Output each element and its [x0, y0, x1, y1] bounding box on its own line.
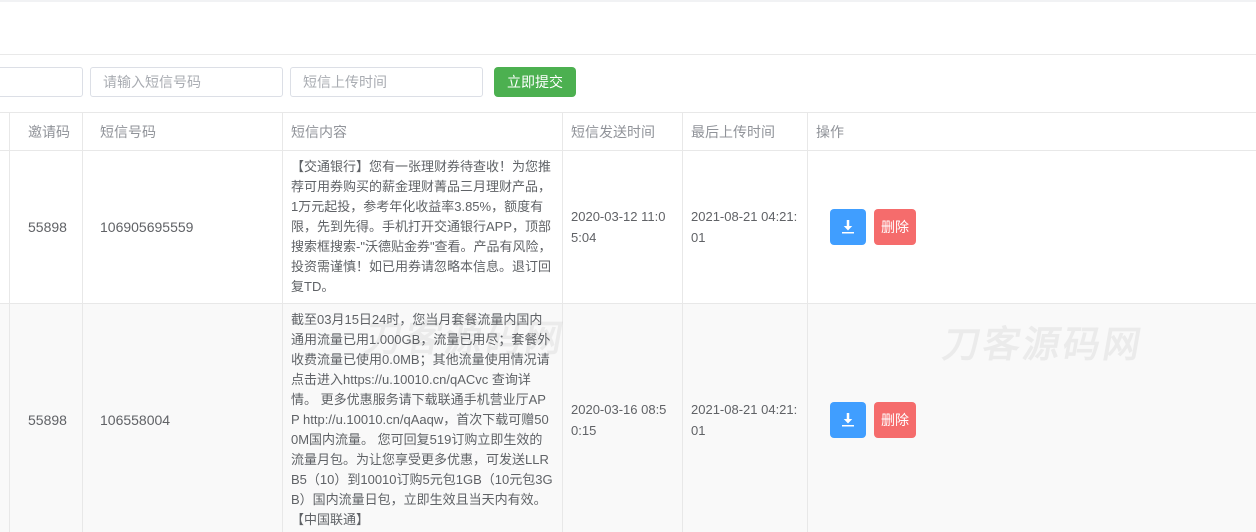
invite-code-cell: 55898 [10, 304, 83, 532]
column-header-send-time: 短信发送时间 [563, 113, 683, 150]
download-button[interactable] [830, 402, 866, 438]
invite-code-cell: 55898 [10, 151, 83, 303]
actions-cell: 删除 [808, 304, 1256, 532]
sms-table: 邀请码 短信号码 短信内容 短信发送时间 最后上传时间 操作 55898 106… [0, 112, 1256, 532]
upload-time-cell: 2021-08-21 04:21:01 [691, 399, 799, 441]
download-button[interactable] [830, 209, 866, 245]
column-header-upload-time: 最后上传时间 [683, 113, 808, 150]
submit-button[interactable]: 立即提交 [494, 67, 576, 97]
table-row: 55898 106905695559 【交通银行】您有一张理财券待查收！为您推荐… [0, 151, 1256, 304]
sms-upload-time-input[interactable] [290, 67, 483, 97]
table-row: 55898 106558004 截至03月15日24时，您当月套餐流量内国内通用… [0, 304, 1256, 532]
table-header-row: 邀请码 短信号码 短信内容 短信发送时间 最后上传时间 操作 [0, 113, 1256, 151]
leading-cell [0, 304, 10, 532]
sms-number-cell: 106905695559 [83, 151, 283, 303]
send-time-cell: 2020-03-12 11:05:04 [571, 206, 674, 248]
sms-number-cell: 106558004 [83, 304, 283, 532]
sms-content-cell: 【交通银行】您有一张理财券待查收！为您推荐可用券购买的薪金理财菁品三月理财产品，… [291, 157, 554, 297]
sms-content-cell: 截至03月15日24时，您当月套餐流量内国内通用流量已用1.000GB，流量已用… [291, 310, 554, 530]
header-leading-cell [0, 113, 10, 150]
sms-number-input[interactable] [90, 67, 283, 97]
column-header-sms-content: 短信内容 [283, 113, 563, 150]
column-header-sms-number: 短信号码 [83, 113, 283, 150]
column-header-invite-code: 邀请码 [10, 113, 83, 150]
delete-button[interactable]: 删除 [874, 209, 916, 245]
keyword-input[interactable] [0, 67, 83, 97]
upload-time-cell: 2021-08-21 04:21:01 [691, 206, 799, 248]
download-icon [840, 412, 856, 428]
page-header [0, 2, 1256, 55]
column-header-actions: 操作 [808, 113, 1256, 150]
download-icon [840, 219, 856, 235]
actions-cell: 删除 [808, 151, 1256, 303]
delete-button[interactable]: 删除 [874, 402, 916, 438]
send-time-cell: 2020-03-16 08:50:15 [571, 399, 674, 441]
leading-cell [0, 151, 10, 303]
